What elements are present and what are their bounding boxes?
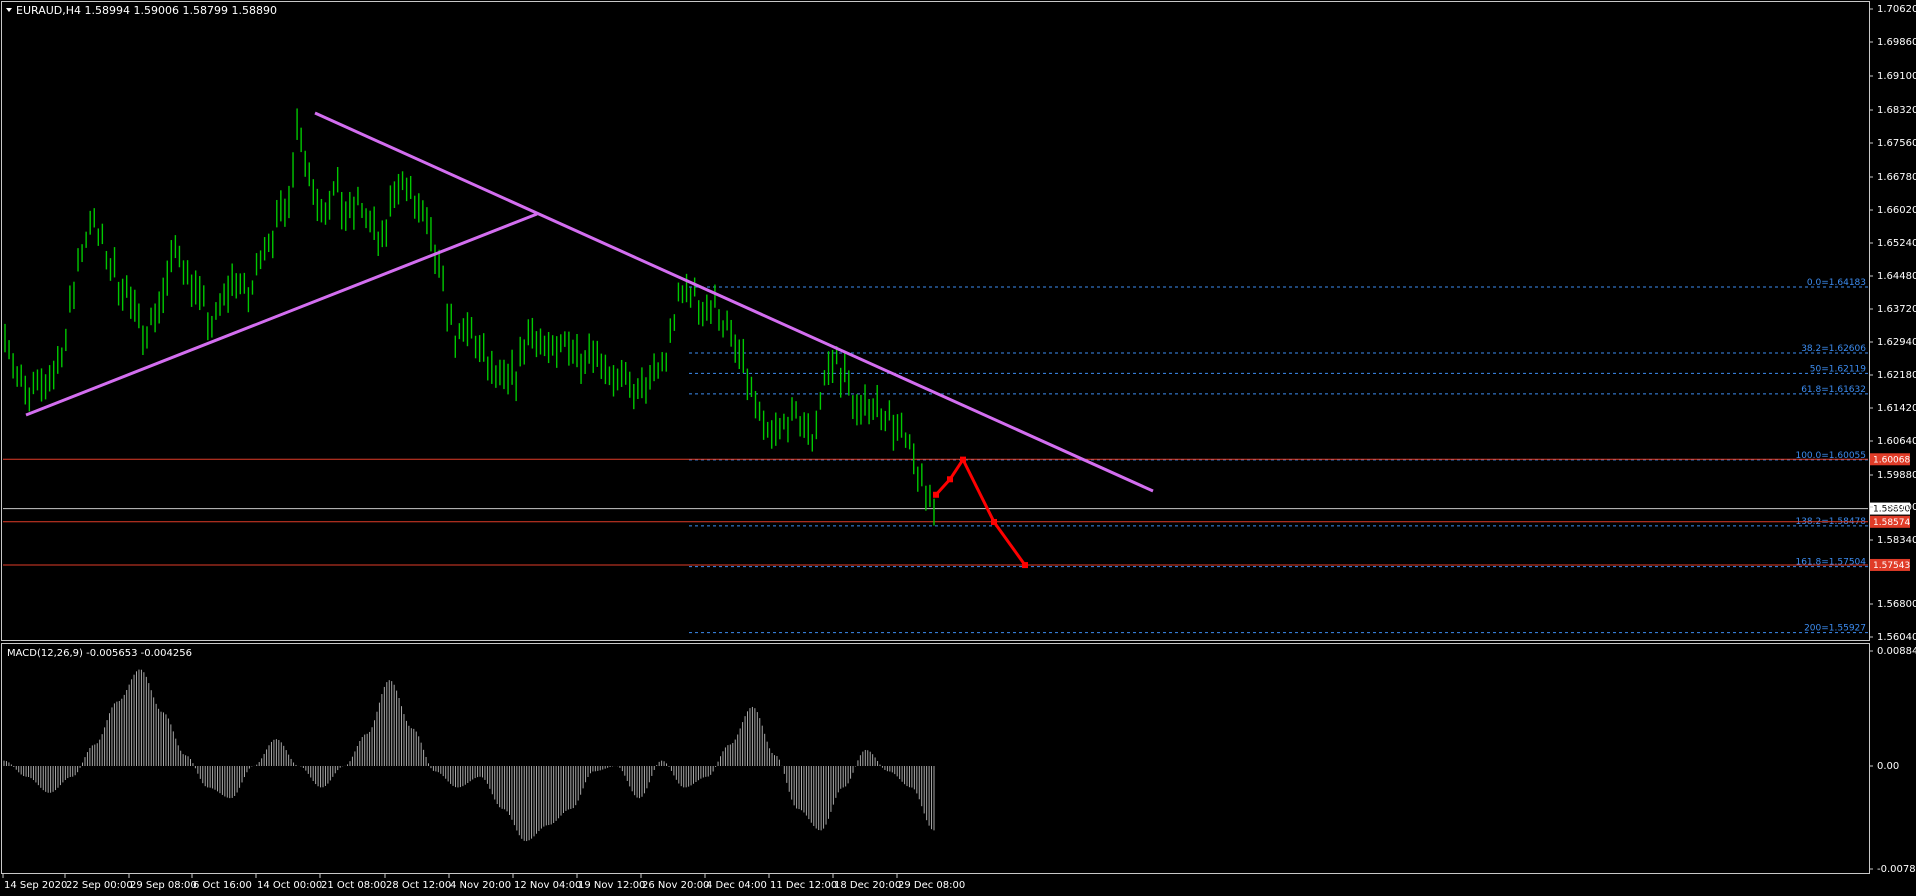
price-tick-label: 1.70620	[1877, 4, 1916, 15]
time-tick-label: 18 Dec 20:00	[834, 880, 901, 891]
price-tick-label: 1.65240	[1877, 238, 1916, 249]
price-tick-label: 1.68320	[1877, 105, 1916, 116]
macd-tick-label: 0.008848	[1877, 646, 1916, 657]
time-tick-label: 4 Dec 04:00	[706, 880, 767, 891]
time-tick-label: 22 Sep 00:00	[66, 880, 133, 891]
time-tick-label: 4 Nov 20:00	[450, 880, 511, 891]
time-tick-label: 29 Sep 08:00	[130, 880, 197, 891]
projection-point	[991, 518, 997, 525]
time-tick-label: 19 Nov 12:00	[578, 880, 645, 891]
price-tick-label: 1.69860	[1877, 37, 1916, 48]
time-tick-label: 11 Dec 12:00	[770, 880, 837, 891]
fib-level-label: 50=1.62119	[1810, 364, 1866, 374]
price-tick-label: 1.67560	[1877, 138, 1916, 149]
price-tick-label: 1.69100	[1877, 71, 1916, 82]
time-tick-label: 28 Oct 12:00	[386, 880, 451, 891]
fib-level-label: 38.2=1.62606	[1801, 344, 1866, 354]
price-tick-label: 1.62180	[1877, 370, 1916, 381]
time-tick-label: 14 Sep 2020	[4, 880, 67, 891]
price-tick-label: 1.63720	[1877, 304, 1916, 315]
time-tick-label: 14 Oct 00:00	[257, 880, 322, 891]
macd-tick-label: 0.00	[1877, 761, 1899, 772]
price-tick-label: 1.60640	[1877, 436, 1916, 447]
fib-level-label: 61.8=1.61632	[1801, 385, 1866, 395]
price-tick-label: 1.59100	[1877, 502, 1916, 513]
time-tick-label: 26 Nov 20:00	[642, 880, 709, 891]
price-tag-label: 1.58574	[1873, 518, 1910, 528]
projection-point	[933, 491, 939, 498]
price-tag-label: 1.60068	[1873, 455, 1910, 465]
projection-point	[947, 476, 953, 483]
price-tick-label: 1.66020	[1877, 205, 1916, 216]
fib-level-label: 200=1.55927	[1804, 624, 1866, 634]
macd-tick-label: -0.007852	[1877, 864, 1916, 875]
projection-point	[1022, 562, 1028, 569]
time-tick-label: 29 Dec 08:00	[898, 880, 965, 891]
chart-canvas[interactable]: 0.0=1.64183 38.2=1.62606 50=1.62119 61.8=1.…	[0, 0, 1916, 896]
price-tick-label: 1.56800	[1877, 599, 1916, 610]
price-tick-label: 1.58340	[1877, 535, 1916, 546]
price-tick-label: 1.59880	[1877, 470, 1916, 481]
price-tick-label: 1.64480	[1877, 271, 1916, 282]
fib-level-label: 161.8=1.57504	[1795, 558, 1866, 568]
time-tick-label: 12 Nov 04:00	[514, 880, 581, 891]
price-tag-label: 1.57543	[1873, 561, 1910, 571]
time-tick-label: 6 Oct 16:00	[193, 880, 252, 891]
chart-title: EURAUD,H4 1.58994 1.59006 1.58799 1.5889…	[16, 4, 277, 17]
time-tick-label: 21 Oct 08:00	[321, 880, 386, 891]
price-tick-label: 1.66780	[1877, 172, 1916, 183]
fib-level-label: 0.0=1.64183	[1807, 278, 1866, 288]
price-tick-label: 1.56040	[1877, 632, 1916, 643]
projection-point	[960, 456, 966, 463]
macd-label: MACD(12,26,9) -0.005653 -0.004256	[7, 648, 192, 659]
price-tick-label: 1.61420	[1877, 403, 1916, 414]
price-tick-label: 1.62940	[1877, 337, 1916, 348]
